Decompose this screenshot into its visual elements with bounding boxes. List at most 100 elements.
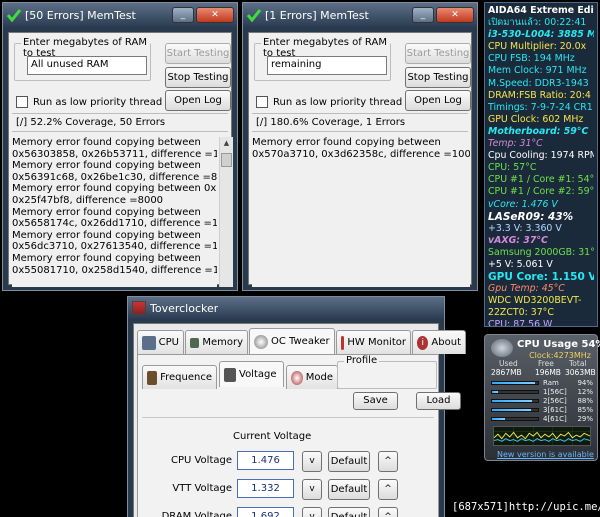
image-size-footer: [687x571]http://upic.me/ [452,501,600,513]
chart-icon [147,370,158,385]
cpu-chip-icon [491,339,513,357]
usage-bar-fill [492,418,506,420]
usage-row: Ram 94% [491,379,593,387]
usage-percent: 29% [577,415,593,423]
stop-testing-button[interactable]: Stop Testing [405,67,471,88]
log-line: Memory error found copying between [12,137,201,148]
used-value: 2867MB [491,368,522,377]
voltage-value-field[interactable]: 1.692 [237,507,294,517]
sensor-line: CPU #1 / Core #2: 59°C [488,186,594,198]
low-priority-checkbox[interactable]: Run as low priority thread [16,96,162,108]
ram-group: Enter megabytes of RAM to test All unuse… [14,37,151,81]
tab-cpu[interactable]: CPU [137,330,184,354]
usage-percent: 85% [577,406,593,414]
close-button[interactable]: ✕ [436,7,474,23]
subtab-voltage[interactable]: Voltage [219,361,284,387]
minimize-button[interactable]: _ [172,7,194,23]
tab-hw-monitor[interactable]: HW Monitor [336,330,411,354]
voltage-label: DRAM Voltage [161,511,232,517]
tab-about[interactable]: i About [412,330,466,354]
free-value: 196MB [535,368,561,377]
tab-label: Memory [202,337,243,348]
sensor-line: Temp: 31°C [488,138,543,150]
load-profile-button[interactable]: Load [416,392,461,410]
usage-label: 1[56C] [543,388,567,396]
memtest-client-2: Enter megabytes of RAM to test remaining… [248,32,472,287]
subtab-mode[interactable]: Mode [286,365,338,389]
tab-label: OC Tweaker [271,336,330,347]
start-testing-button[interactable]: Start Testing [165,43,231,64]
stop-testing-button[interactable]: Stop Testing [165,67,231,88]
voltage-value-field[interactable]: 1.332 [237,479,294,498]
tab-panel: Frequence Voltage Mode Profile Save Load… [137,354,461,517]
tab-oc-tweaker[interactable]: OC Tweaker [249,328,335,354]
voltage-default-button[interactable]: Default [328,451,370,472]
open-log-button[interactable]: Open Log [165,90,231,111]
voltage-default-button[interactable]: Default [328,507,370,517]
checkbox-box[interactable] [16,96,28,108]
log-line: Memory error found copying between 0x556… [12,183,217,195]
memtest-titlebar-2[interactable]: [1 Errors] MemTest _ ✕ [243,3,477,27]
sensor-line: +3.3 V: 3.360 V [488,222,562,234]
close-button[interactable]: ✕ [196,7,234,23]
voltage-up-button[interactable]: ^ [378,479,398,500]
log-line: 0x55081710, 0x258d1540, difference =1000… [12,264,217,276]
usage-percent: 88% [577,397,593,405]
memtest-titlebar-1[interactable]: [50 Errors] MemTest _ ✕ [3,3,237,27]
voltage-dropdown-button[interactable]: v [302,507,322,517]
usage-label: 3[61C] [543,406,567,414]
tab-label: Mode [305,372,333,383]
scroll-thumb[interactable] [221,153,232,167]
sensor-line: GPU Core: 1.150 V [488,271,594,284]
log-line: Memory error found copying between [12,160,201,172]
usage-row: 2[56C] 88% [491,397,593,405]
new-version-link[interactable]: New version is available [497,450,594,459]
scroll-up-arrow[interactable]: ▲ [220,137,233,150]
ram-input[interactable]: remaining [267,56,387,75]
subtab-frequence[interactable]: Frequence [142,365,217,389]
log-scrollbar[interactable]: ▲ [219,137,233,287]
tab-label: HW Monitor [347,337,406,348]
minimize-button[interactable]: _ [412,7,434,23]
voltage-default-button[interactable]: Default [328,479,370,500]
separator [252,113,468,114]
tab-label: About [431,337,461,348]
usage-bar [491,381,539,385]
start-testing-button[interactable]: Start Testing [405,43,471,64]
main-tabs: CPU Memory OC Tweaker HW Monitor i About [137,328,466,354]
ram-input[interactable]: All unused RAM [27,56,147,75]
window-title: [1 Errors] MemTest [265,8,369,22]
sensor-line: Mem Clock: 971 MHz [488,65,587,77]
memtest-check-icon [7,9,21,22]
memtest-client-1: Enter megabytes of RAM to test All unuse… [8,32,233,287]
voltage-dropdown-button[interactable]: v [302,451,322,472]
sensor-line: CPU #1 / Core #1: 54°C [488,174,594,186]
save-profile-button[interactable]: Save [353,392,398,410]
monitor-icon [341,335,345,350]
log-line: 0x5658174c, 0x26dd1710, difference =1000… [12,218,217,230]
voltage-up-button[interactable]: ^ [378,451,398,472]
toverclocker-titlebar[interactable]: Toverclocker [128,297,444,319]
free-header: Free [538,359,554,368]
tab-memory[interactable]: Memory [185,330,248,354]
voltage-dropdown-button[interactable]: v [302,479,322,500]
log-line: Memory error found copying between [12,252,201,264]
aida64-sensor-panel: AIDA64 Extreme Editonเปิดมานแล้ว: 00:22:… [484,2,598,327]
voltage-up-button[interactable]: ^ [378,507,398,517]
usage-row: 4[61C] 29% [491,415,593,423]
cpu-history-graph [493,426,591,446]
voltage-value-field[interactable]: 1.476 [237,451,294,470]
sensor-line: CPU FSB: 194 MHz [488,53,575,65]
low-priority-checkbox[interactable]: Run as low priority thread [256,96,402,108]
separator [12,131,228,132]
checkbox-label: Run as low priority thread [33,96,163,108]
memtest-window-2: [1 Errors] MemTest _ ✕ Enter megabytes o… [242,2,478,291]
open-log-button[interactable]: Open Log [405,90,471,111]
toverclocker-client: CPU Memory OC Tweaker HW Monitor i About [133,323,466,517]
voltage-label: VTT Voltage [172,483,232,494]
log-line: Memory error found copying between [12,229,201,241]
checkbox-box[interactable] [256,96,268,108]
usage-bar-fill [492,409,532,411]
tab-label: Voltage [239,369,277,380]
sensor-line: M.Speed: DDR3-1943 [488,77,589,89]
